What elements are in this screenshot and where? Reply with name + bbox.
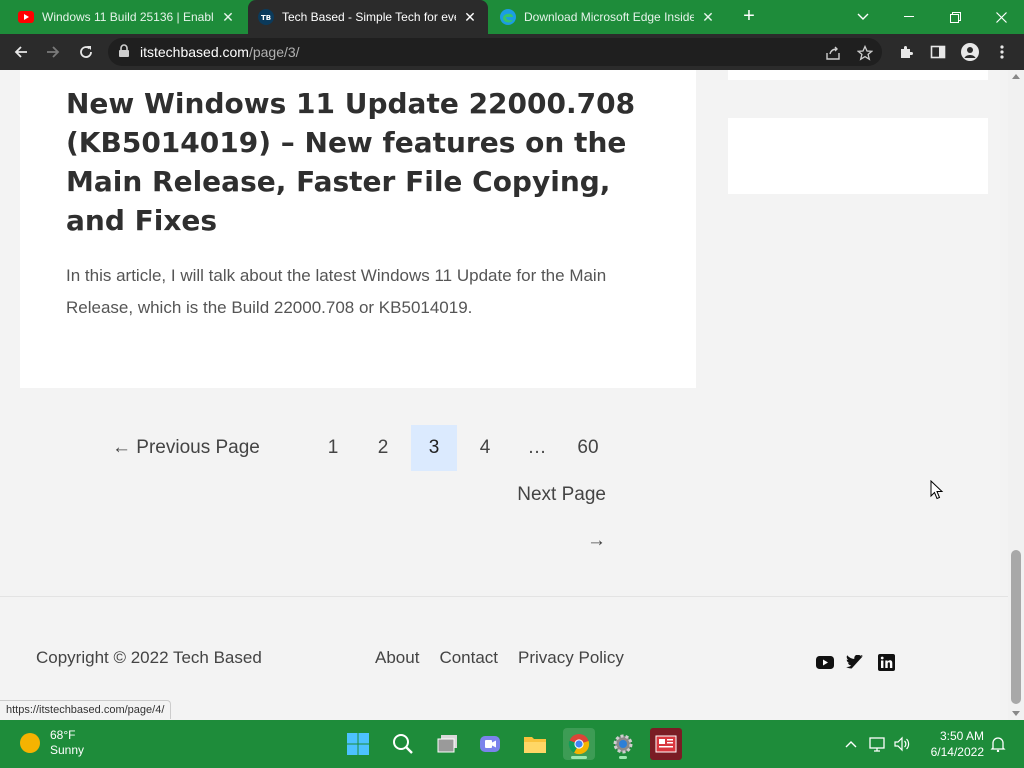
scroll-down-arrow-icon[interactable] bbox=[1012, 711, 1020, 716]
current-page: 3 bbox=[411, 425, 457, 471]
footer-link-privacy-policy[interactable]: Privacy Policy bbox=[518, 648, 624, 668]
close-tab-icon[interactable]: ✕ bbox=[220, 9, 236, 26]
browser-toolbar: itstechbased.com/page/3/ bbox=[0, 34, 1024, 70]
teams-chat-icon bbox=[480, 736, 500, 752]
sidebar-widget bbox=[728, 70, 988, 80]
gear-icon bbox=[613, 734, 633, 754]
chevron-up-icon[interactable] bbox=[841, 734, 861, 754]
minimize-icon bbox=[904, 16, 914, 17]
close-icon bbox=[995, 11, 1007, 23]
forward-button[interactable] bbox=[41, 40, 65, 64]
reload-icon bbox=[80, 46, 92, 58]
scroll-up-arrow-icon[interactable] bbox=[1012, 74, 1020, 79]
clock-date: 6/14/2022 bbox=[930, 745, 984, 759]
chrome-icon bbox=[568, 734, 590, 755]
close-tab-icon[interactable]: ✕ bbox=[462, 9, 478, 26]
tab-youtube[interactable]: Windows 11 Build 25136 | Enable ✕ bbox=[8, 0, 246, 34]
weather-description: Sunny bbox=[50, 743, 85, 757]
tab-edge-insider[interactable]: Download Microsoft Edge Insider ✕ bbox=[490, 0, 726, 34]
lock-icon bbox=[118, 44, 130, 63]
pagination-ellipsis: … bbox=[527, 437, 547, 458]
windows-taskbar: 68°F Sunny 3:50 AM 6/14/2022 bbox=[0, 720, 1024, 768]
kebab-menu-icon[interactable] bbox=[992, 42, 1012, 62]
profile-avatar-icon[interactable] bbox=[960, 42, 980, 62]
notification-icon[interactable] bbox=[988, 734, 1008, 754]
news-app-taskbar-button[interactable] bbox=[650, 728, 682, 760]
next-page-link[interactable]: Next Page → bbox=[494, 472, 606, 551]
footer-link-about[interactable]: About bbox=[375, 648, 419, 668]
sidebar-widget bbox=[728, 118, 988, 194]
weather-widget[interactable]: 68°F Sunny bbox=[20, 728, 84, 758]
close-tab-icon[interactable]: ✕ bbox=[700, 9, 716, 26]
url-path: /page/3/ bbox=[248, 44, 300, 60]
footer-link-contact[interactable]: Contact bbox=[439, 648, 498, 668]
page-viewport: New Windows 11 Update 22000.708 (KB50140… bbox=[0, 70, 1008, 720]
article-title-link[interactable]: New Windows 11 Update 22000.708 (KB50140… bbox=[66, 84, 666, 240]
tab-strip: Windows 11 Build 25136 | Enable ✕ TB Tec… bbox=[0, 0, 1024, 34]
youtube-icon bbox=[18, 9, 34, 25]
pagination: ← Previous Page 1 2 3 4 … 60 Next Page → bbox=[0, 425, 700, 551]
url-text: itstechbased.com/page/3/ bbox=[140, 44, 300, 60]
bookmark-star-icon[interactable] bbox=[856, 44, 874, 62]
search-button[interactable] bbox=[387, 728, 419, 760]
linkedin-icon[interactable] bbox=[877, 653, 895, 671]
chrome-taskbar-button[interactable] bbox=[563, 728, 595, 760]
task-view-icon bbox=[437, 735, 457, 753]
settings-taskbar-button[interactable] bbox=[607, 728, 639, 760]
share-icon[interactable] bbox=[824, 44, 842, 62]
reload-button[interactable] bbox=[74, 40, 98, 64]
youtube-icon[interactable] bbox=[816, 653, 834, 671]
extensions-icon[interactable] bbox=[896, 42, 916, 62]
back-arrow-icon bbox=[14, 46, 27, 58]
task-view-button[interactable] bbox=[432, 728, 464, 760]
page-link-60[interactable]: 60 bbox=[570, 425, 606, 471]
clock-time: 3:50 AM bbox=[939, 729, 984, 743]
windows-logo-icon bbox=[347, 733, 369, 755]
article-card: New Windows 11 Update 22000.708 (KB50140… bbox=[20, 70, 696, 388]
link-hover-status: https://itstechbased.com/page/4/ bbox=[0, 700, 172, 719]
tab-title: Download Microsoft Edge Insider bbox=[524, 10, 694, 24]
techbased-icon: TB bbox=[258, 9, 274, 25]
forward-arrow-icon bbox=[47, 46, 60, 58]
teams-chat-button[interactable] bbox=[474, 728, 506, 760]
tab-search-button[interactable] bbox=[840, 0, 886, 34]
back-button[interactable] bbox=[9, 40, 33, 64]
search-icon bbox=[393, 734, 413, 754]
address-bar[interactable]: itstechbased.com/page/3/ bbox=[108, 38, 882, 66]
page-link-4[interactable]: 4 bbox=[468, 425, 502, 471]
system-clock[interactable]: 3:50 AM 6/14/2022 bbox=[920, 728, 984, 760]
page-scrollbar[interactable] bbox=[1008, 70, 1024, 720]
tab-title: Windows 11 Build 25136 | Enable bbox=[42, 10, 214, 24]
start-button[interactable] bbox=[342, 728, 374, 760]
svg-text:TB: TB bbox=[261, 14, 271, 22]
article-excerpt: In this article, I will talk about the l… bbox=[66, 266, 607, 317]
scrollbar-thumb[interactable] bbox=[1011, 550, 1021, 704]
restore-button[interactable] bbox=[932, 0, 978, 34]
previous-page-link[interactable]: ← Previous Page bbox=[112, 425, 262, 471]
minimize-button[interactable] bbox=[886, 0, 932, 34]
twitter-icon[interactable] bbox=[846, 653, 864, 671]
edge-icon bbox=[500, 9, 516, 25]
file-explorer-button[interactable] bbox=[519, 728, 551, 760]
close-window-button[interactable] bbox=[978, 0, 1024, 34]
news-icon bbox=[655, 735, 677, 753]
mouse-cursor-icon bbox=[930, 480, 944, 500]
volume-icon[interactable] bbox=[892, 734, 912, 754]
page-link-2[interactable]: 2 bbox=[366, 425, 400, 471]
footer-nav: About Contact Privacy Policy bbox=[375, 648, 624, 668]
tab-title: Tech Based - Simple Tech for every bbox=[282, 10, 456, 24]
copyright-text: Copyright © 2022 Tech Based bbox=[36, 648, 262, 667]
restore-icon bbox=[949, 11, 961, 23]
chevron-down-icon bbox=[857, 13, 869, 20]
new-tab-button[interactable]: + bbox=[738, 5, 760, 27]
folder-icon bbox=[524, 737, 546, 753]
sun-icon bbox=[20, 733, 40, 753]
page-link-1[interactable]: 1 bbox=[316, 425, 350, 471]
weather-temperature: 68°F bbox=[50, 728, 76, 742]
network-icon[interactable] bbox=[868, 734, 888, 754]
url-domain: itstechbased.com bbox=[140, 44, 249, 60]
tab-tech-based[interactable]: TB Tech Based - Simple Tech for every ✕ bbox=[248, 0, 488, 34]
side-panel-icon[interactable] bbox=[928, 42, 948, 62]
